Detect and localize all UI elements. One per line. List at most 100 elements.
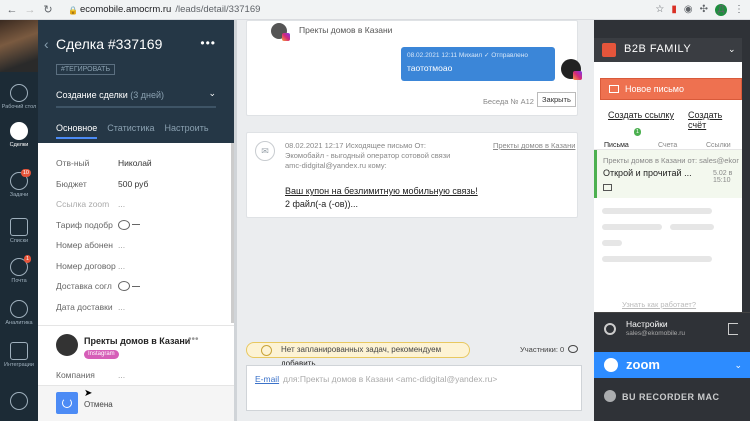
tab-settings[interactable]: Настроить: [165, 123, 209, 139]
field-value[interactable]: ...: [118, 370, 125, 380]
email-attachments[interactable]: 2 файл(-а (-ов))...: [285, 199, 358, 209]
contact-avatar[interactable]: [56, 334, 78, 356]
chevron-down-icon[interactable]: ⌄: [208, 88, 216, 99]
rail-item-lists[interactable]: Списки: [0, 218, 38, 244]
rail-item-analytics[interactable]: Аналитика: [0, 300, 38, 326]
b2b-tabs: Письма 1 Счета Ссылки: [594, 128, 742, 150]
url-path: /leads/detail/337169: [175, 4, 261, 15]
skeleton-line: [602, 208, 712, 214]
lead-card: ‹ Сделка #337169 ••• #ТЕГИРОВАТЬ Создани…: [38, 20, 234, 421]
scrollbar[interactable]: [234, 20, 237, 421]
email-subject-link[interactable]: Ваш купон на безлимитную мобильную связь…: [285, 186, 478, 196]
extension-icon[interactable]: ▮: [671, 4, 677, 15]
gear-icon: [604, 323, 616, 335]
field-row[interactable]: Доставка согл: [56, 276, 234, 297]
forward-arrow-icon[interactable]: →: [24, 4, 36, 16]
lead-title[interactable]: Сделка #337169: [56, 36, 162, 52]
rail-item-mail[interactable]: 1 Почта: [0, 255, 38, 284]
tab-label: Счета: [658, 142, 678, 149]
recorder-watermark: BU RECORDER MAC: [622, 392, 720, 402]
tag-button[interactable]: #ТЕГИРОВАТЬ: [56, 64, 116, 75]
cancel-button[interactable]: Отмена: [84, 400, 113, 409]
field-value[interactable]: ...: [118, 302, 125, 312]
menu-kebab-icon[interactable]: ⋮: [734, 4, 744, 15]
field-row[interactable]: Отв-ный Николай: [56, 153, 234, 174]
app-nav-rail: Рабочий стол Сделки 10 Задачи Списки 1 П…: [0, 20, 38, 421]
compose-box[interactable]: E-mail для:Пректы домов в Казани <amc-di…: [246, 365, 582, 411]
contact-menu-icon[interactable]: •••: [188, 334, 199, 345]
mail-list-item[interactable]: Пректы домов в Казани от: sales@ekomobil…: [594, 150, 742, 198]
field-row[interactable]: Дата доставки...: [56, 297, 234, 318]
field-row[interactable]: Номер абонен...: [56, 235, 234, 256]
field-row[interactable]: Бюджет 500 руб: [56, 174, 234, 195]
field-label: Доставка согл: [56, 281, 112, 292]
scrollbar[interactable]: [742, 62, 750, 312]
skeleton-line: [670, 224, 714, 230]
rail-label: Интеграции: [4, 362, 34, 368]
extension-2-icon[interactable]: ◉: [684, 4, 693, 15]
toggle-switch[interactable]: [118, 281, 130, 292]
contact-name[interactable]: Пректы домов в Казани: [84, 336, 190, 346]
field-value[interactable]: 500 руб: [118, 179, 148, 189]
stage-progress: [56, 106, 216, 108]
zoom-title: zoom: [626, 357, 660, 372]
close-conversation-button[interactable]: Закрыть: [537, 92, 576, 107]
field-value[interactable]: Николай: [118, 158, 152, 168]
field-value[interactable]: ...: [118, 261, 125, 271]
participants-count[interactable]: Участники: 0: [520, 345, 564, 354]
tab-label: Письма: [604, 142, 629, 149]
field-row[interactable]: Номер договор...: [56, 256, 234, 277]
back-arrow-icon[interactable]: ←: [6, 4, 18, 16]
address-bar[interactable]: 🔒 ecomobile.amocrm.ru/leads/detail/33716…: [68, 4, 649, 15]
email-card: ✉ 08.02.2021 12:17 Исходящее письмо От: …: [246, 132, 578, 218]
lock-icon: 🔒: [68, 5, 78, 15]
lists-icon: [10, 218, 28, 236]
how-it-works-link[interactable]: Узнать как работает?: [622, 300, 696, 309]
toggle-switch[interactable]: [118, 219, 130, 230]
email-recipient-link[interactable]: Пректы домов в Казани: [493, 141, 575, 150]
eye-icon[interactable]: [568, 345, 578, 353]
rail-item-dashboard[interactable]: Рабочий стол: [0, 84, 38, 110]
rail-item-chat[interactable]: [0, 392, 38, 412]
envelope-icon: [603, 184, 612, 191]
lead-footer: ➤ Отмена: [38, 385, 234, 421]
field-value[interactable]: ...: [118, 240, 125, 250]
url-host: ecomobile.amocrm.ru: [80, 4, 172, 15]
field-label: Компания: [56, 370, 95, 380]
rail-item-tasks[interactable]: 10 Задачи: [0, 169, 38, 198]
instagram-icon: [573, 71, 582, 80]
b2b-widget-panel: B2B FAMILY ⌄ Новое письмо Создать ссылку…: [594, 20, 750, 421]
rail-item-integrations[interactable]: Интеграции: [0, 342, 38, 368]
chevron-down-icon[interactable]: ⌄: [734, 360, 742, 371]
b2b-header[interactable]: B2B FAMILY ⌄: [594, 38, 742, 62]
zoom-widget-header[interactable]: zoom ⌄: [594, 352, 750, 378]
compose-type-selector[interactable]: E-mail: [255, 374, 279, 384]
profile-avatar[interactable]: Д: [715, 3, 727, 16]
rail-item-leads[interactable]: Сделки: [0, 122, 38, 148]
star-icon[interactable]: ☆: [655, 4, 664, 15]
create-link-button[interactable]: Создать ссылку: [608, 110, 674, 120]
logout-icon[interactable]: [728, 323, 738, 335]
chevron-down-icon[interactable]: ⌄: [728, 44, 736, 55]
field-row[interactable]: Ссылка zoom...: [56, 194, 234, 215]
settings-row[interactable]: Настройки sales@ekomobile.ru: [594, 312, 750, 348]
puzzle-icon[interactable]: ✣: [700, 4, 708, 15]
user-avatar[interactable]: [0, 20, 38, 72]
clock-icon: [261, 345, 272, 356]
save-loading-button[interactable]: [56, 392, 78, 414]
create-invoice-button[interactable]: Создать счёт: [688, 110, 742, 130]
field-label: Отв-ный: [56, 158, 90, 169]
back-chevron-icon[interactable]: ‹: [44, 36, 49, 52]
tab-main[interactable]: Основное: [56, 123, 98, 139]
lead-menu-icon[interactable]: •••: [200, 36, 216, 50]
stage-selector[interactable]: Создание сделки (3 дней): [56, 90, 164, 100]
zoom-camera-icon: [604, 358, 618, 372]
compose-recipient[interactable]: для:Пректы домов в Казани <amc-didgital@…: [283, 374, 497, 384]
new-mail-button[interactable]: Новое письмо: [600, 78, 742, 100]
toggle-track: [132, 285, 140, 287]
reload-icon[interactable]: ↻: [42, 4, 54, 16]
field-row[interactable]: Тариф подобр: [56, 215, 234, 236]
tab-statistics[interactable]: Статистика: [107, 123, 154, 139]
contact-field[interactable]: Компания...: [56, 370, 125, 380]
field-value[interactable]: ...: [118, 199, 125, 209]
